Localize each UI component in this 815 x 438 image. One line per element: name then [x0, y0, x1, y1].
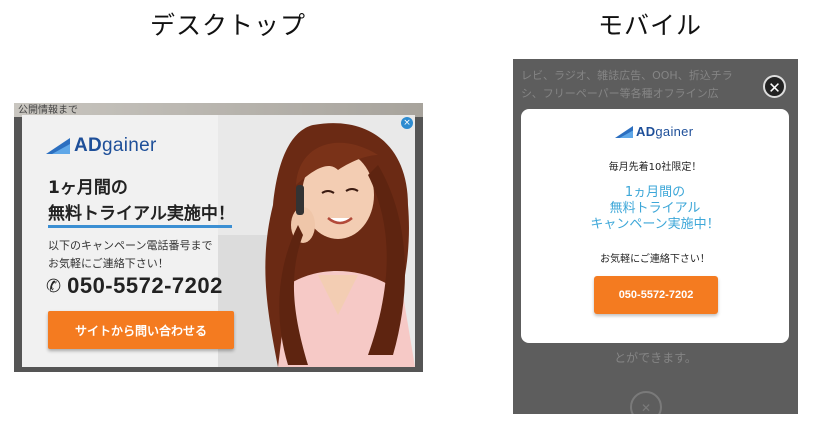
desktop-close-button[interactable]: ×: [401, 117, 413, 129]
mobile-background-close-icon: ✕: [630, 391, 662, 414]
desktop-subtext-line2: お気軽にご連絡下さい！: [48, 257, 169, 270]
desktop-headline-line1: 1ヶ月間の: [48, 178, 128, 198]
mobile-headline-line2: 無料トライアル: [609, 201, 701, 216]
desktop-headline-line2: 無料トライアル実施中！: [48, 204, 235, 224]
mobile-close-button[interactable]: ✕: [763, 75, 786, 98]
logo-text-bold: AD: [636, 124, 656, 139]
mobile-headline-line3: キャンペーン実施中！: [590, 217, 720, 232]
desktop-preview: 公開情報まで × ADgainer 1ヶ月間の 無料トライアル実施中！ 以下のキ…: [14, 103, 423, 372]
desktop-phone-number: 050-5572-7202: [67, 273, 223, 298]
logo-text-rest: gainer: [655, 124, 694, 139]
mobile-heading: モバイル: [598, 11, 703, 40]
woman-photo: [218, 115, 415, 367]
mobile-limited-offer: 毎月先着10社限定！: [608, 162, 702, 173]
adgainer-logo: ADgainer: [46, 135, 157, 157]
mobile-popup: ADgainer 毎月先着10社限定！ 1ヵ月間の 無料トライアル キャンペーン…: [521, 109, 789, 343]
contact-form-button[interactable]: サイトから問い合わせる: [48, 311, 234, 349]
mobile-phone-button[interactable]: 050-5572-7202: [594, 276, 718, 314]
adgainer-logo: ADgainer: [615, 124, 693, 139]
mobile-background-text-line2: シ、フリーペーパー等各種オフライン広: [521, 87, 719, 100]
desktop-heading: デスクトップ: [150, 11, 307, 40]
logo-text-rest: gainer: [102, 135, 157, 156]
adgainer-logo-icon: [46, 138, 70, 154]
mobile-background-bottom-text: とができます。: [614, 351, 697, 365]
mobile-background-text-line1: レビ、ラジオ、雑誌広告、OOH、折込チラ: [521, 69, 733, 82]
desktop-popup: × ADgainer 1ヶ月間の 無料トライアル実施中！ 以下のキャンペーン電話…: [22, 115, 415, 367]
mobile-preview: レビ、ラジオ、雑誌広告、OOH、折込チラ シ、フリーペーパー等各種オフライン広 …: [513, 59, 798, 414]
close-icon: ✕: [768, 79, 781, 97]
logo-text-bold: AD: [74, 135, 103, 156]
phone-icon: ✆: [46, 275, 62, 297]
mobile-headline-line1: 1ヵ月間の: [624, 185, 686, 200]
adgainer-logo-icon: [615, 125, 633, 138]
mobile-contact-text: お気軽にご連絡下さい！: [600, 254, 710, 265]
headline-underline: [48, 225, 232, 228]
close-icon: ×: [403, 118, 411, 128]
desktop-subtext-line1: 以下のキャンペーン電話番号まで: [48, 239, 213, 252]
desktop-phone: ✆ 050-5572-7202: [46, 273, 223, 299]
